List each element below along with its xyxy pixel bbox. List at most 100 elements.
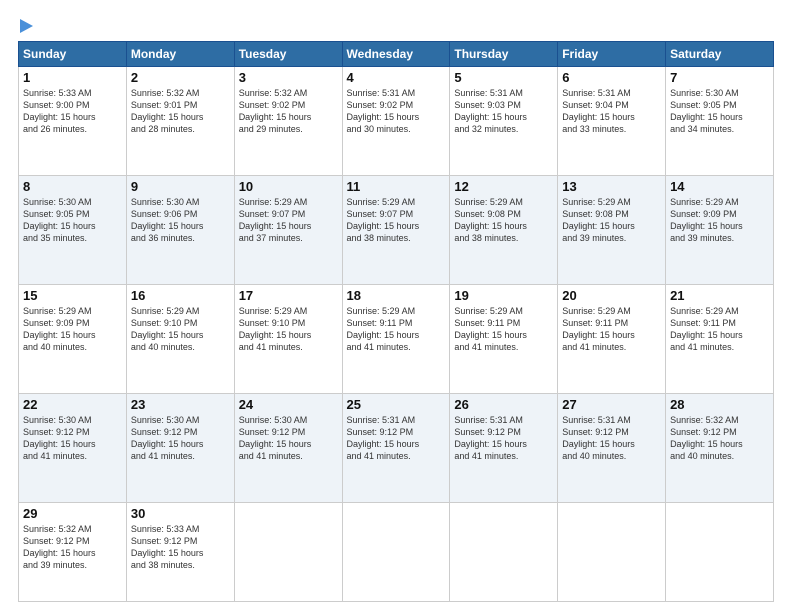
calendar-day-cell: 1 Sunrise: 5:33 AM Sunset: 9:00 PM Daylig…: [19, 67, 127, 176]
calendar-day-cell: 18 Sunrise: 5:29 AM Sunset: 9:11 PM Dayli…: [342, 284, 450, 393]
calendar-day-cell: 25 Sunrise: 5:31 AM Sunset: 9:12 PM Dayli…: [342, 393, 450, 502]
day-content: Sunrise: 5:29 AM Sunset: 9:08 PM Dayligh…: [562, 196, 661, 245]
calendar-body: 1 Sunrise: 5:33 AM Sunset: 9:00 PM Daylig…: [19, 67, 774, 602]
day-number: 29: [23, 506, 122, 521]
calendar-header-cell: Friday: [558, 42, 666, 67]
calendar-day-cell: 5Sunrise: 5:31 AM Sunset: 9:03 PM Daylig…: [450, 67, 558, 176]
calendar-day-cell: [558, 502, 666, 601]
calendar-header-row: SundayMondayTuesdayWednesdayThursdayFrid…: [19, 42, 774, 67]
calendar-day-cell: [666, 502, 774, 601]
calendar-day-cell: 22 Sunrise: 5:30 AM Sunset: 9:12 PM Dayli…: [19, 393, 127, 502]
calendar-day-cell: 7 Sunrise: 5:30 AM Sunset: 9:05 PM Daylig…: [666, 67, 774, 176]
day-number: 27: [562, 397, 661, 412]
day-number: 30: [131, 506, 230, 521]
calendar-day-cell: 29 Sunrise: 5:32 AM Sunset: 9:12 PM Dayli…: [19, 502, 127, 601]
calendar-day-cell: 17Sunrise: 5:29 AM Sunset: 9:10 PM Dayli…: [234, 284, 342, 393]
calendar-table: SundayMondayTuesdayWednesdayThursdayFrid…: [18, 41, 774, 602]
calendar-header-cell: Monday: [126, 42, 234, 67]
day-content: Sunrise: 5:29 AM Sunset: 9:11 PM Dayligh…: [670, 305, 769, 354]
day-content: Sunrise: 5:30 AM Sunset: 9:05 PM Dayligh…: [23, 196, 122, 245]
day-number: 15: [23, 288, 122, 303]
day-content: Sunrise: 5:29 AM Sunset: 9:08 PM Dayligh…: [454, 196, 553, 245]
calendar-header-cell: Saturday: [666, 42, 774, 67]
day-content: Sunrise: 5:29 AM Sunset: 9:11 PM Dayligh…: [562, 305, 661, 354]
calendar-day-cell: 2 Sunrise: 5:32 AM Sunset: 9:01 PM Daylig…: [126, 67, 234, 176]
day-number: 13: [562, 179, 661, 194]
day-content: Sunrise: 5:31 AM Sunset: 9:12 PM Dayligh…: [454, 414, 553, 463]
day-number: 2: [131, 70, 230, 85]
day-number: 21: [670, 288, 769, 303]
day-number: 5: [454, 70, 553, 85]
calendar-week-row: 29 Sunrise: 5:32 AM Sunset: 9:12 PM Dayli…: [19, 502, 774, 601]
calendar-day-cell: [342, 502, 450, 601]
day-content: Sunrise: 5:30 AM Sunset: 9:05 PM Dayligh…: [670, 87, 769, 136]
day-number: 11: [347, 179, 446, 194]
calendar-day-cell: 10Sunrise: 5:29 AM Sunset: 9:07 PM Dayli…: [234, 175, 342, 284]
day-content: Sunrise: 5:30 AM Sunset: 9:12 PM Dayligh…: [23, 414, 122, 463]
calendar-day-cell: [234, 502, 342, 601]
calendar-day-cell: 9 Sunrise: 5:30 AM Sunset: 9:06 PM Daylig…: [126, 175, 234, 284]
day-content: Sunrise: 5:29 AM Sunset: 9:11 PM Dayligh…: [347, 305, 446, 354]
day-number: 4: [347, 70, 446, 85]
calendar-day-cell: 23 Sunrise: 5:30 AM Sunset: 9:12 PM Dayli…: [126, 393, 234, 502]
calendar-day-cell: [450, 502, 558, 601]
calendar-header-cell: Tuesday: [234, 42, 342, 67]
calendar-day-cell: 15 Sunrise: 5:29 AM Sunset: 9:09 PM Dayli…: [19, 284, 127, 393]
day-content: Sunrise: 5:33 AM Sunset: 9:00 PM Dayligh…: [23, 87, 122, 136]
calendar-day-cell: 20Sunrise: 5:29 AM Sunset: 9:11 PM Dayli…: [558, 284, 666, 393]
day-content: Sunrise: 5:31 AM Sunset: 9:12 PM Dayligh…: [347, 414, 446, 463]
calendar-day-cell: 4Sunrise: 5:31 AM Sunset: 9:02 PM Daylig…: [342, 67, 450, 176]
day-content: Sunrise: 5:32 AM Sunset: 9:12 PM Dayligh…: [23, 523, 122, 572]
day-content: Sunrise: 5:32 AM Sunset: 9:01 PM Dayligh…: [131, 87, 230, 136]
calendar-day-cell: 11 Sunrise: 5:29 AM Sunset: 9:07 PM Dayli…: [342, 175, 450, 284]
calendar-day-cell: 14 Sunrise: 5:29 AM Sunset: 9:09 PM Dayli…: [666, 175, 774, 284]
day-content: Sunrise: 5:30 AM Sunset: 9:06 PM Dayligh…: [131, 196, 230, 245]
day-number: 14: [670, 179, 769, 194]
calendar-day-cell: 3 Sunrise: 5:32 AM Sunset: 9:02 PM Daylig…: [234, 67, 342, 176]
day-content: Sunrise: 5:30 AM Sunset: 9:12 PM Dayligh…: [131, 414, 230, 463]
calendar-header-cell: Wednesday: [342, 42, 450, 67]
day-number: 7: [670, 70, 769, 85]
day-number: 10: [239, 179, 338, 194]
day-number: 1: [23, 70, 122, 85]
day-number: 8: [23, 179, 122, 194]
day-number: 24: [239, 397, 338, 412]
calendar-day-cell: 8 Sunrise: 5:30 AM Sunset: 9:05 PM Daylig…: [19, 175, 127, 284]
calendar-day-cell: 27 Sunrise: 5:31 AM Sunset: 9:12 PM Dayli…: [558, 393, 666, 502]
calendar-day-cell: 30 Sunrise: 5:33 AM Sunset: 9:12 PM Dayli…: [126, 502, 234, 601]
calendar-day-cell: 26Sunrise: 5:31 AM Sunset: 9:12 PM Dayli…: [450, 393, 558, 502]
logo-arrow-icon: [20, 19, 33, 33]
calendar-header-cell: Sunday: [19, 42, 127, 67]
calendar-week-row: 15 Sunrise: 5:29 AM Sunset: 9:09 PM Dayli…: [19, 284, 774, 393]
header: [18, 18, 774, 33]
logo: [18, 18, 33, 33]
day-content: Sunrise: 5:31 AM Sunset: 9:12 PM Dayligh…: [562, 414, 661, 463]
day-number: 23: [131, 397, 230, 412]
day-number: 12: [454, 179, 553, 194]
day-number: 28: [670, 397, 769, 412]
calendar-day-cell: 19 Sunrise: 5:29 AM Sunset: 9:11 PM Dayli…: [450, 284, 558, 393]
calendar-week-row: 22 Sunrise: 5:30 AM Sunset: 9:12 PM Dayli…: [19, 393, 774, 502]
day-number: 22: [23, 397, 122, 412]
day-content: Sunrise: 5:33 AM Sunset: 9:12 PM Dayligh…: [131, 523, 230, 572]
calendar-day-cell: 13 Sunrise: 5:29 AM Sunset: 9:08 PM Dayli…: [558, 175, 666, 284]
day-content: Sunrise: 5:29 AM Sunset: 9:09 PM Dayligh…: [670, 196, 769, 245]
day-content: Sunrise: 5:29 AM Sunset: 9:10 PM Dayligh…: [239, 305, 338, 354]
day-number: 16: [131, 288, 230, 303]
calendar-day-cell: 21 Sunrise: 5:29 AM Sunset: 9:11 PM Dayli…: [666, 284, 774, 393]
day-content: Sunrise: 5:32 AM Sunset: 9:12 PM Dayligh…: [670, 414, 769, 463]
day-number: 19: [454, 288, 553, 303]
calendar-week-row: 8 Sunrise: 5:30 AM Sunset: 9:05 PM Daylig…: [19, 175, 774, 284]
day-number: 25: [347, 397, 446, 412]
day-content: Sunrise: 5:29 AM Sunset: 9:07 PM Dayligh…: [347, 196, 446, 245]
day-number: 9: [131, 179, 230, 194]
calendar-day-cell: 24 Sunrise: 5:30 AM Sunset: 9:12 PM Dayli…: [234, 393, 342, 502]
day-content: Sunrise: 5:32 AM Sunset: 9:02 PM Dayligh…: [239, 87, 338, 136]
day-content: Sunrise: 5:30 AM Sunset: 9:12 PM Dayligh…: [239, 414, 338, 463]
page: SundayMondayTuesdayWednesdayThursdayFrid…: [0, 0, 792, 612]
day-number: 3: [239, 70, 338, 85]
day-content: Sunrise: 5:29 AM Sunset: 9:11 PM Dayligh…: [454, 305, 553, 354]
calendar-header-cell: Thursday: [450, 42, 558, 67]
day-content: Sunrise: 5:29 AM Sunset: 9:09 PM Dayligh…: [23, 305, 122, 354]
day-number: 18: [347, 288, 446, 303]
